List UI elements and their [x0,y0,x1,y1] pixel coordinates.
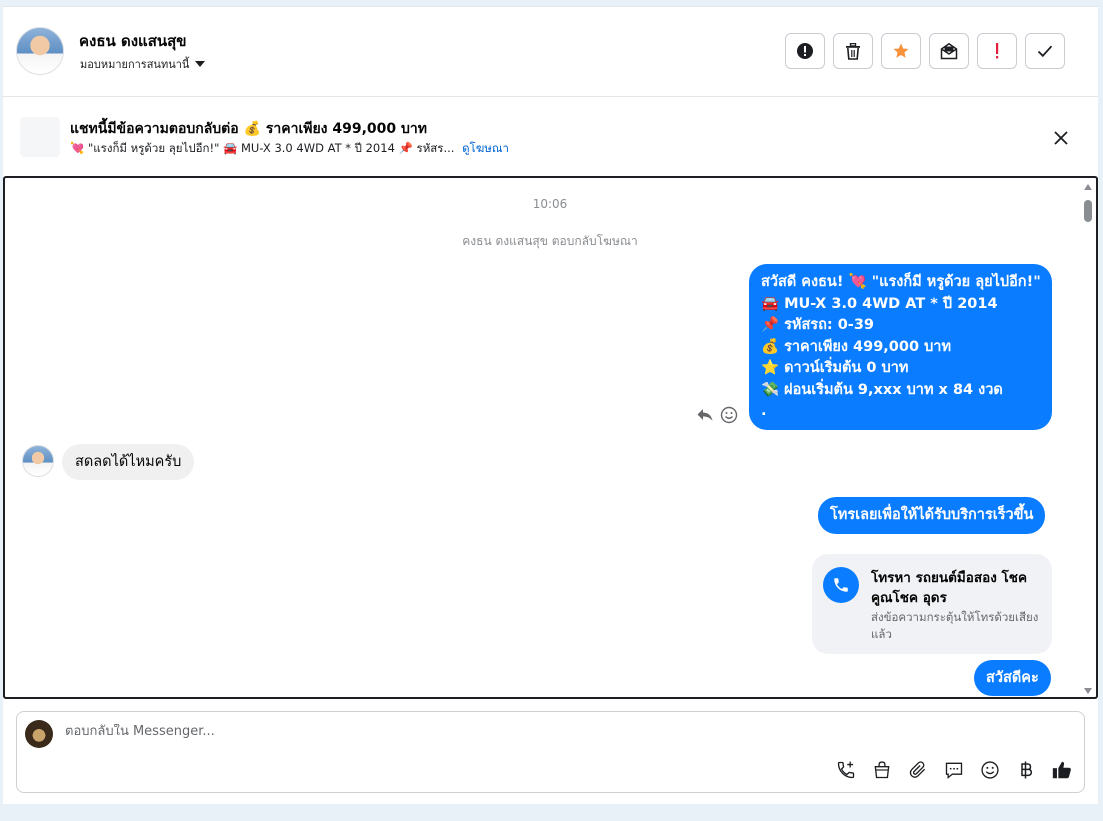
emoji-icon [981,761,999,779]
reply-composer [16,711,1085,793]
react-emoji-icon[interactable] [720,406,738,424]
header-actions [785,33,1065,69]
chat-bubble-icon [945,762,963,779]
check-icon [1037,45,1053,58]
message-line: สวัสดี คงธน! 💘 "แรงก็มี หรูด้วย ลุยไปอีก… [761,274,1041,290]
message-line: . [761,403,767,419]
incoming-message[interactable]: สดลดได้ไหมครับ [62,444,195,480]
call-card-title: โทรหา รถยนต์มือสอง โชคคูณโชค อุดร [871,570,1028,606]
conversation-panel: คงธน ดงแสนสุข มอบหมายการสนทนานี้ แชทนี้ม… [3,6,1098,804]
contact-name[interactable]: คงธน ดงแสนสุข [79,29,187,53]
scroll-up-arrow-icon[interactable] [1084,184,1092,190]
star-button[interactable] [881,33,921,69]
emoji-button[interactable] [978,758,1002,782]
shop-button[interactable] [870,758,894,782]
close-icon [1054,131,1068,145]
ad-subtitle: 💘 "แรงก็มี หรูด้วย ลุยไปอีก!" 🚘 MU-X 3.0… [70,140,509,158]
message-line: 📌 รหัสรถ: 0-39 [761,317,874,333]
outgoing-message[interactable]: สวัสดีคะ [974,660,1051,696]
view-ad-link[interactable]: ดูโฆษณา [462,141,509,155]
ad-thumbnail[interactable] [20,117,60,157]
reply-input[interactable] [65,724,965,739]
thumbs-up-icon [1052,761,1071,779]
scroll-thumb[interactable] [1084,200,1092,222]
message-timestamp: 10:06 [532,197,568,211]
message-line: 🚘 MU-X 3.0 4WD AT * ปี 2014 [761,295,998,312]
delete-button[interactable] [833,33,873,69]
phone-icon [823,567,859,603]
call-card-subtitle: ส่งข้อความกระตุ้นให้โทรด้วยเสียงแล้ว [871,610,1039,641]
ad-description: 💘 "แรงก็มี หรูด้วย ลุยไปอีก!" 🚘 MU-X 3.0… [70,141,455,155]
message-line: ⭐ ดาวน์เริ่มต้น 0 บาท [761,360,909,376]
composer-toolbar [834,758,1074,782]
outgoing-message[interactable]: สวัสดี คงธน! 💘 "แรงก็มี หรูด้วย ลุยไปอีก… [749,264,1052,430]
outgoing-message[interactable]: โทรเลยเพื่อให้ได้รับบริการเร็วขึ้น [818,497,1046,534]
baht-icon [1021,761,1033,779]
phone-plus-icon [837,761,855,779]
contact-avatar[interactable] [16,27,64,75]
system-note: คงธน ดงแสนสุข ตอบกลับโฆษณา [462,234,638,248]
contact-avatar-small [22,445,54,477]
follow-up-button[interactable] [977,33,1017,69]
scrollbar[interactable] [1083,184,1093,694]
ad-title: แชทนี้มีข้อความตอบกลับต่อ 💰 ราคาเพียง 49… [70,121,428,137]
call-prompt-card[interactable]: โทรหา รถยนต์มือสอง โชคคูณโชค อุดร ส่งข้อ… [812,554,1052,654]
trash-icon [846,42,860,60]
exclamation-mark-icon [996,43,999,59]
payment-button[interactable] [1014,758,1038,782]
message-thread[interactable]: 10:06 คงธน ดงแสนสุข ตอบกลับโฆษณา สวัสดี … [3,176,1098,699]
like-button[interactable] [1050,758,1074,782]
assign-conversation-dropdown[interactable]: มอบหมายการสนทนานี้ [80,55,206,73]
paperclip-icon [909,761,926,778]
saved-replies-button[interactable] [942,758,966,782]
page-avatar [25,720,53,748]
call-button[interactable] [834,758,858,782]
message-actions [696,406,738,424]
star-icon [893,43,909,58]
mark-unread-button[interactable] [929,33,969,69]
shopping-bag-icon [874,761,890,779]
attach-button[interactable] [906,758,930,782]
ad-context-banner: แชทนี้มีข้อความตอบกลับต่อ 💰 ราคาเพียง 49… [3,97,1098,175]
report-button[interactable] [785,33,825,69]
envelope-open-icon [940,42,958,60]
exclamation-circle-icon [797,43,813,59]
conversation-header: คงธน ดงแสนสุข มอบหมายการสนทนานี้ [3,7,1098,97]
caret-down-icon [195,61,206,67]
assign-label: มอบหมายการสนทนานี้ [80,58,190,71]
reply-icon[interactable] [696,406,714,424]
scroll-down-arrow-icon[interactable] [1084,688,1092,694]
message-line: 💸 ผ่อนเริ่มต้น 9,xxx บาท x 84 งวด [761,381,1003,398]
mark-done-button[interactable] [1025,33,1065,69]
message-line: 💰 ราคาเพียง 499,000 บาท [761,338,952,355]
close-banner-button[interactable] [1052,129,1070,147]
